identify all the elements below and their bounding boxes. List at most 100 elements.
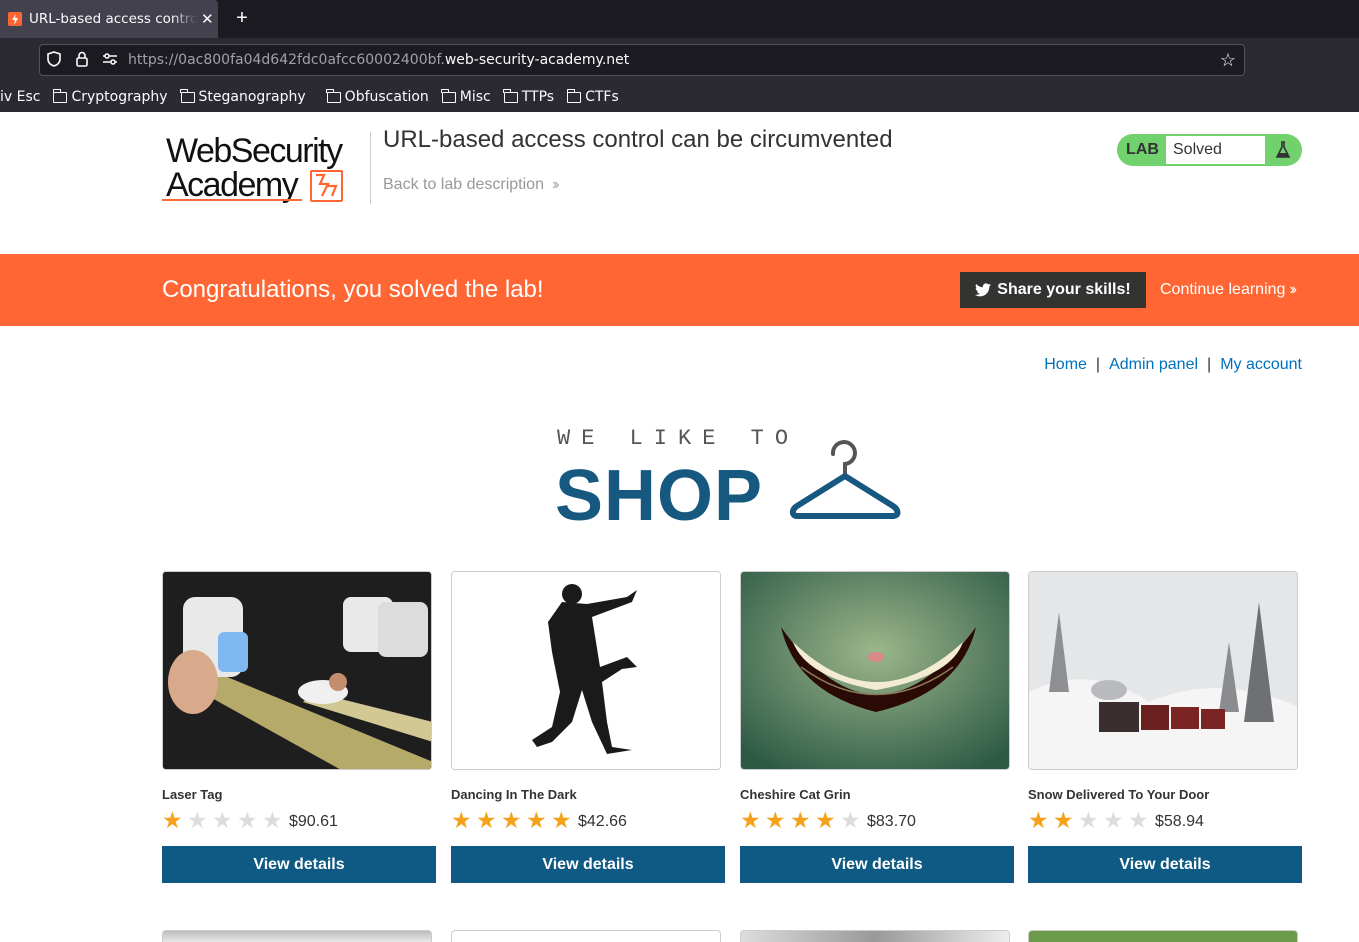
lab-favicon-icon [8, 12, 22, 26]
star-icon: ★ [476, 806, 497, 833]
product-image-partial [740, 930, 1010, 942]
double-chevron-icon: ›› [551, 176, 559, 193]
star-icon: ★ [451, 806, 472, 833]
star-icon: ★ [187, 806, 208, 833]
product-name: Laser Tag [162, 787, 223, 802]
product-image-partial [451, 930, 721, 942]
bookmark-label: Steganography [198, 89, 306, 105]
star-icon: ★ [237, 806, 258, 833]
share-skills-button[interactable]: Share your skills! [960, 272, 1146, 308]
product-price: $58.94 [1155, 813, 1204, 830]
folder-icon [441, 88, 456, 103]
bookmark-folder[interactable]: CTFs [566, 88, 619, 105]
product-image-dancing-in-the-dark [451, 571, 721, 770]
bookmark-folder[interactable]: Cryptography [52, 88, 168, 105]
shop-logo: WE LIKE TO SHOP [555, 424, 915, 536]
bookmark-folder[interactable]: TTPs [503, 88, 555, 105]
product-card: Dancing In The Dark ★ ★ ★ ★ ★ $42.66 View de… [451, 571, 725, 883]
star-icon: ★ [765, 806, 786, 833]
logo-underline [162, 199, 302, 201]
view-details-button[interactable]: View details [1028, 846, 1302, 883]
star-icon: ★ [1053, 806, 1074, 833]
tab-active[interactable]: URL-based access control can be circumve… [0, 0, 218, 38]
address-bar[interactable]: https://0ac800fa04d642fdc0afcc60002400bf… [39, 44, 1245, 76]
lock-icon[interactable] [68, 51, 96, 70]
logo-bolt-icon [310, 170, 343, 202]
star-icon: ★ [740, 806, 761, 833]
product-image-laser-tag [162, 571, 432, 770]
congrats-message: Congratulations, you solved the lab! [162, 276, 544, 303]
continue-label: Continue learning [1160, 281, 1286, 298]
product-image-snow-delivered [1028, 571, 1298, 770]
view-details-button[interactable]: View details [162, 846, 436, 883]
url-text[interactable]: https://0ac800fa04d642fdc0afcc60002400bf… [128, 52, 629, 68]
bookmark-label: Obfuscation [344, 89, 429, 105]
bookmark-folder[interactable]: Obfuscation [326, 88, 429, 105]
permissions-icon[interactable] [96, 52, 124, 68]
logo-line-2: Academy [166, 166, 299, 204]
header-divider [370, 132, 371, 204]
star-icon: ★ [790, 806, 811, 833]
bookmark-folder[interactable]: Misc [441, 88, 491, 105]
back-link-label: Back to lab description [383, 176, 544, 193]
continue-learning-link[interactable]: Continue learning ›› [1160, 281, 1297, 299]
lab-badge-label: LAB [1126, 141, 1159, 158]
star-icon: ★ [1078, 806, 1099, 833]
shop-word: SHOP [555, 456, 764, 536]
bookmark-label: Cryptography [71, 89, 168, 105]
hanger-icon [789, 440, 901, 519]
nav-separator: | [1095, 356, 1101, 373]
product-rating: ★ ★ ★ ★ ★ $90.61 [162, 808, 436, 832]
nav-my-account-link[interactable]: My account [1220, 356, 1302, 374]
star-icon: ★ [262, 806, 283, 833]
star-icon: ★ [815, 806, 836, 833]
view-details-button[interactable]: View details [451, 846, 725, 883]
folder-icon [326, 88, 341, 103]
star-icon: ★ [840, 806, 861, 833]
tab-close-icon[interactable]: ✕ [201, 10, 214, 28]
web-page: WebSecurity Academy URL-based access con… [0, 112, 1359, 942]
nav-home-link[interactable]: Home [1044, 356, 1087, 374]
view-details-button[interactable]: View details [740, 846, 1014, 883]
bookmark-item[interactable]: iv Esc [0, 89, 40, 105]
academy-logo[interactable]: WebSecurity Academy [162, 132, 362, 206]
product-card: Cheshire Cat Grin ★ ★ ★ ★ ★ $83.70 View deta… [740, 571, 1014, 883]
twitter-icon [975, 283, 992, 297]
bookmark-star-icon[interactable]: ☆ [1220, 50, 1236, 71]
nav-separator: | [1207, 356, 1212, 373]
star-icon: ★ [212, 806, 233, 833]
star-icon: ★ [1103, 806, 1124, 833]
new-tab-icon[interactable]: + [232, 7, 252, 29]
bookmark-folder[interactable]: Steganography [180, 88, 306, 105]
star-icon: ★ [162, 806, 183, 833]
lab-title: URL-based access control can be circumve… [383, 126, 893, 153]
flask-icon [1265, 141, 1300, 159]
share-label: Share your skills! [997, 281, 1131, 298]
folder-icon [503, 88, 518, 103]
shop-tagline: WE LIKE TO [557, 426, 800, 451]
product-card: Laser Tag ★ ★ ★ ★ ★ $90.61 View details [162, 571, 436, 883]
shield-icon[interactable] [40, 50, 68, 70]
lab-status-badge: LAB Solved [1117, 134, 1302, 166]
back-to-description-link[interactable]: Back to lab description ›› [383, 176, 559, 194]
bookmark-label: TTPs [521, 89, 555, 105]
logo-line-1: WebSecurity [166, 132, 343, 170]
product-price: $42.66 [578, 813, 627, 830]
product-card: Snow Delivered To Your Door ★ ★ ★ ★ ★ $58.94… [1028, 571, 1302, 883]
product-price: $83.70 [867, 813, 916, 830]
product-rating: ★ ★ ★ ★ ★ $42.66 [451, 808, 725, 832]
product-name: Snow Delivered To Your Door [1028, 787, 1210, 802]
product-rating: ★ ★ ★ ★ ★ $83.70 [740, 808, 1014, 832]
star-icon: ★ [1128, 806, 1149, 833]
star-icon: ★ [551, 806, 572, 833]
bookmark-label: iv Esc [0, 89, 41, 105]
product-image-partial [162, 930, 432, 942]
star-icon: ★ [1028, 806, 1049, 833]
site-nav: Home | Admin panel | My account [1044, 356, 1302, 374]
nav-admin-panel-link[interactable]: Admin panel [1109, 356, 1198, 374]
double-chevron-icon: ›› [1289, 281, 1296, 298]
star-icon: ★ [501, 806, 522, 833]
product-price: $90.61 [289, 813, 338, 830]
product-name: Dancing In The Dark [451, 787, 577, 802]
bookmarks-bar: iv Esc Cryptography Steganography Obfusc… [0, 82, 1359, 112]
